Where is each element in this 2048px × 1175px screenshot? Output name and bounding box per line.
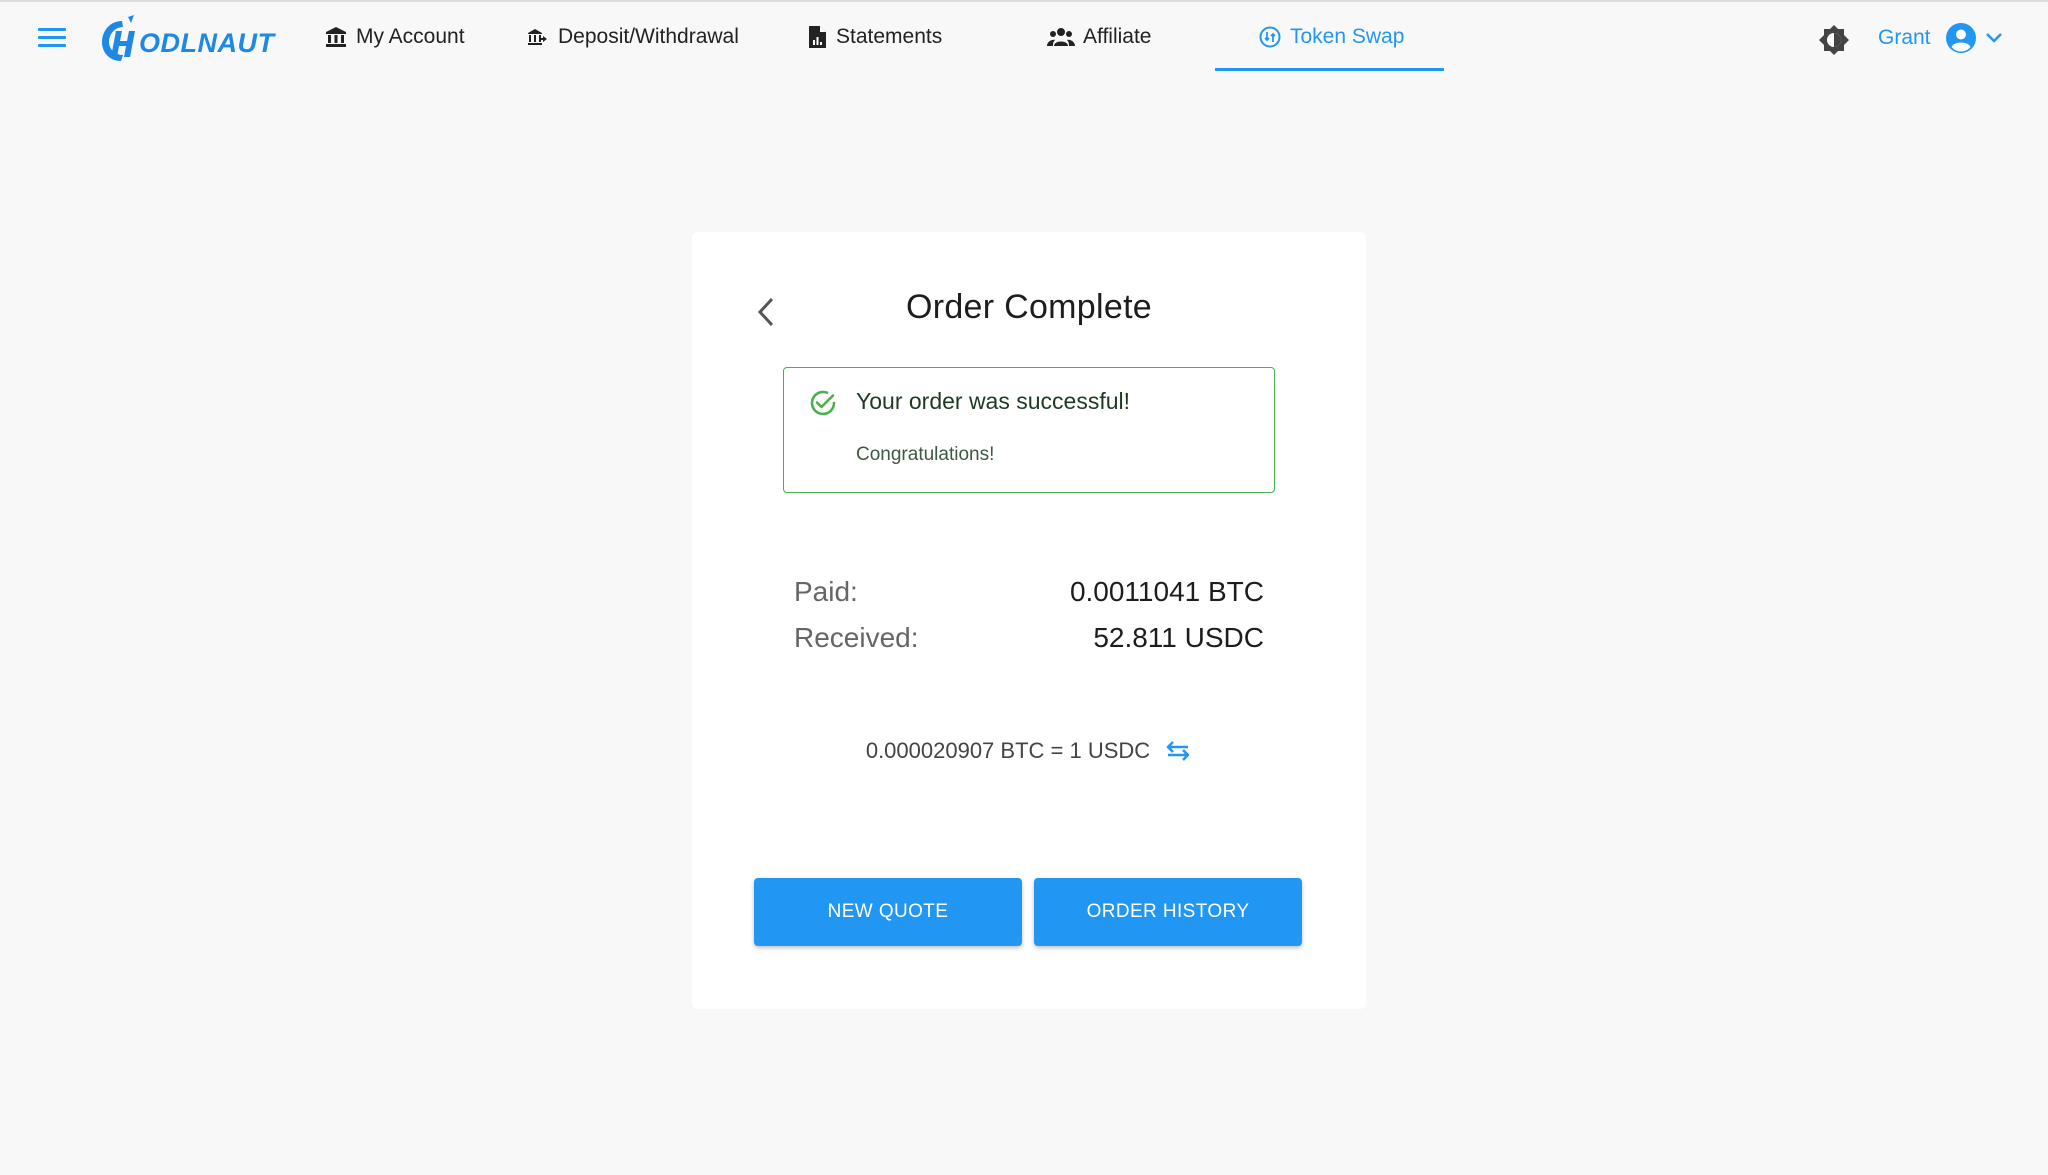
nav-label: Token Swap: [1290, 25, 1405, 48]
exchange-rate: 0.000020907 BTC = 1 USDC: [692, 738, 1366, 764]
active-tab-indicator: [1215, 68, 1444, 71]
nav-label: Affiliate: [1083, 25, 1152, 48]
swap-circle-icon: [1259, 26, 1281, 48]
nav-label: My Account: [356, 25, 465, 48]
user-name: Grant: [1878, 26, 1931, 49]
people-icon: [1047, 28, 1075, 46]
exchange-rate-text: 0.000020907 BTC = 1 USDC: [865, 738, 1151, 763]
nav-deposit-withdrawal[interactable]: Deposit/Withdrawal: [526, 2, 739, 72]
hodlnaut-logo[interactable]: ODLNAUT: [100, 14, 274, 64]
paid-label: Paid:: [794, 576, 858, 607]
user-avatar-icon: [1945, 23, 1976, 53]
top-navbar: ODLNAUT My Account Deposit/Withdrawal St…: [0, 2, 2048, 74]
theme-toggle-icon[interactable]: [1818, 24, 1850, 56]
bank-icon: [326, 27, 346, 47]
swap-arrows-icon[interactable]: [1164, 740, 1192, 762]
order-history-button[interactable]: ORDER HISTORY: [1034, 878, 1302, 946]
chevron-down-icon: [1985, 33, 2002, 43]
user-menu[interactable]: Grant: [1878, 18, 2003, 58]
nav-token-swap[interactable]: Token Swap: [1258, 2, 1404, 72]
success-alert: Your order was successful! Congratulatio…: [783, 367, 1275, 493]
received-value: 52.811 USDC: [1093, 622, 1264, 653]
order-complete-card: Order Complete Your order was successful…: [692, 232, 1366, 1009]
document-icon: [809, 26, 826, 48]
paid-row: Paid: 0.0011041 BTC: [794, 576, 1264, 620]
nav-label: Statements: [836, 25, 943, 48]
logo-text: ODLNAUT: [139, 27, 275, 58]
check-circle-icon: [810, 390, 836, 416]
deposit-withdraw-icon: [528, 29, 547, 45]
logo-h-mark: [102, 15, 135, 61]
hamburger-menu-icon[interactable]: [38, 28, 66, 48]
alert-subtitle: Congratulations!: [856, 444, 995, 465]
received-label: Received:: [794, 622, 919, 653]
paid-value: 0.0011041 BTC: [1069, 576, 1264, 607]
received-row: Received: 52.811 USDC: [794, 622, 1264, 666]
alert-title: Your order was successful!: [856, 388, 1131, 414]
nav-statements[interactable]: Statements: [806, 2, 942, 72]
nav-label: Deposit/Withdrawal: [558, 25, 739, 48]
new-quote-button[interactable]: NEW QUOTE: [754, 878, 1022, 946]
nav-my-account[interactable]: My Account: [324, 2, 465, 72]
page-title: Order Complete: [905, 288, 1153, 326]
nav-affiliate[interactable]: Affiliate: [1047, 2, 1152, 72]
